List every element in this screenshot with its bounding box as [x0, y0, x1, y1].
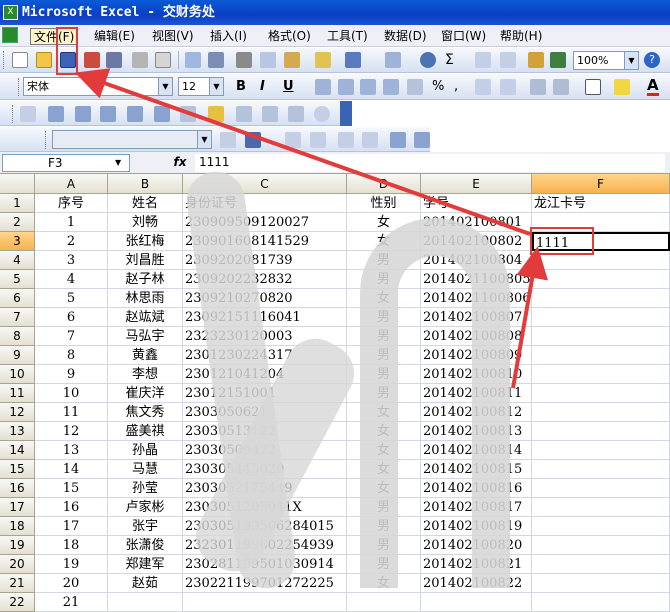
arrow-to-cell: [511, 246, 549, 389]
annotation-arrows: [74, 68, 549, 389]
arrow-to-save: [74, 68, 531, 236]
